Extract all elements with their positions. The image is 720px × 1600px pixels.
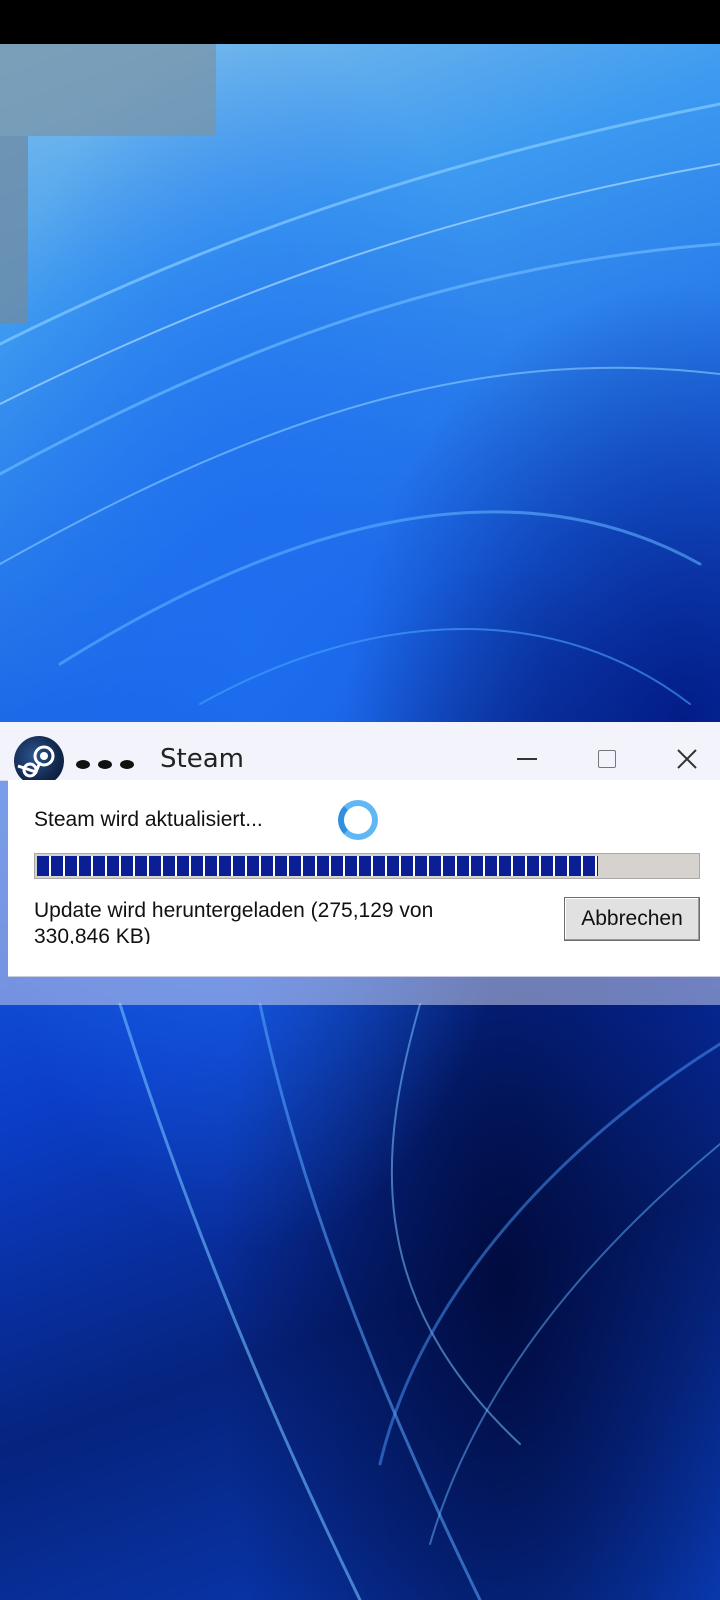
maximize-button[interactable] [585,742,629,776]
desktop-screen: Steam Steam wird aktualisiert... Update … [0,0,720,1600]
steam-logo-icon [14,736,64,786]
background-window-edge [0,136,28,324]
maximize-icon [598,750,616,768]
download-progress-fill [37,856,598,876]
close-button[interactable] [665,742,709,776]
window-title: Steam [160,744,244,774]
minimize-button[interactable] [505,742,549,776]
loading-spinner-icon [338,800,378,840]
update-status-text: Steam wird aktualisiert... [34,808,263,831]
download-status-text: Update wird heruntergeladen (275,129 von… [34,899,434,944]
window-menu-dots[interactable] [76,760,138,770]
download-progress-bar [34,853,700,879]
close-icon [677,749,697,769]
minimize-icon [517,758,537,760]
background-window [0,44,216,136]
update-dialog: Steam wird aktualisiert... Update wird h… [8,780,720,977]
status-bar [0,0,720,44]
cancel-button[interactable]: Abbrechen [564,897,700,941]
